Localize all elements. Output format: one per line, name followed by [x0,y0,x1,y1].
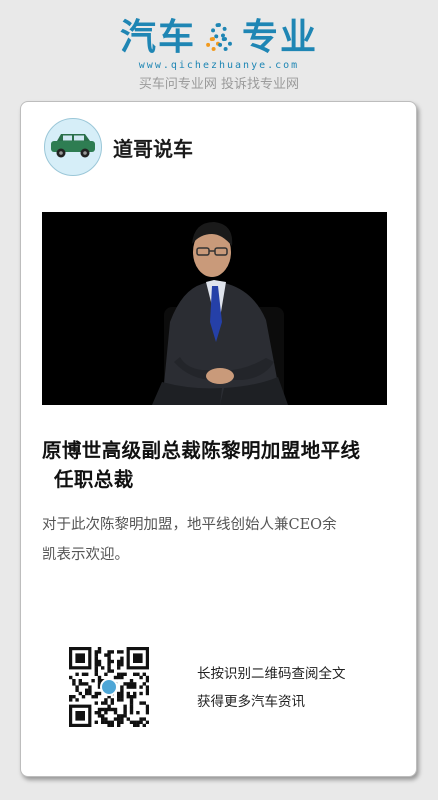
qr-caption-line-2: 获得更多汽车资讯 [197,694,305,710]
gear-icon [206,23,232,53]
author-row[interactable]: 道哥说车 [44,118,193,176]
hero-image[interactable] [42,212,387,405]
article-summary: 对于此次陈黎明加盟，地平线创始人兼CEO余 凯表示欢迎。 [42,510,372,570]
brand-title-right: 专业 [242,17,319,58]
brand-slogan: 买车问专业网 投诉找专业网 [138,77,300,92]
portrait-photo [42,212,387,405]
brand-url: www.qichezhuanye.com [138,60,300,71]
qr-code-image [69,647,150,728]
qr-code[interactable] [69,647,150,728]
article-summary-line-1: 对于此次陈黎明加盟，地平线创始人兼CEO余 [42,517,337,533]
car-icon [51,134,95,158]
brand-title-left: 汽车 [119,17,196,58]
author-name[interactable]: 道哥说车 [113,133,193,162]
article-title-line-2: 任职总裁 [54,468,134,491]
article-card[interactable]: 道哥说车 原博世高级副总裁陈黎明加盟地平线 任职总裁 对于此次陈黎明加盟，地平线… [20,101,417,777]
article-title-line-1: 原博世高级副总裁陈黎明加盟地平线 [42,439,361,462]
avatar[interactable] [44,118,102,176]
qr-caption-line-1: 长按识别二维码查阅全文 [197,666,346,682]
brand-header: 汽车 专业 www.qichezhuanye.com 买车问专业网 投诉找专业网 [0,18,438,93]
article-title[interactable]: 原博世高级副总裁陈黎明加盟地平线 任职总裁 [42,436,402,494]
article-summary-line-2: 凯表示欢迎。 [42,547,129,563]
share-poster: 汽车 专业 www.qichezhuanye.com 买车问专业网 投诉找专业网 [0,0,438,800]
brand-logo: 汽车 专业 [120,18,318,58]
qr-caption: 长按识别二维码查阅全文 获得更多汽车资讯 [197,660,346,716]
